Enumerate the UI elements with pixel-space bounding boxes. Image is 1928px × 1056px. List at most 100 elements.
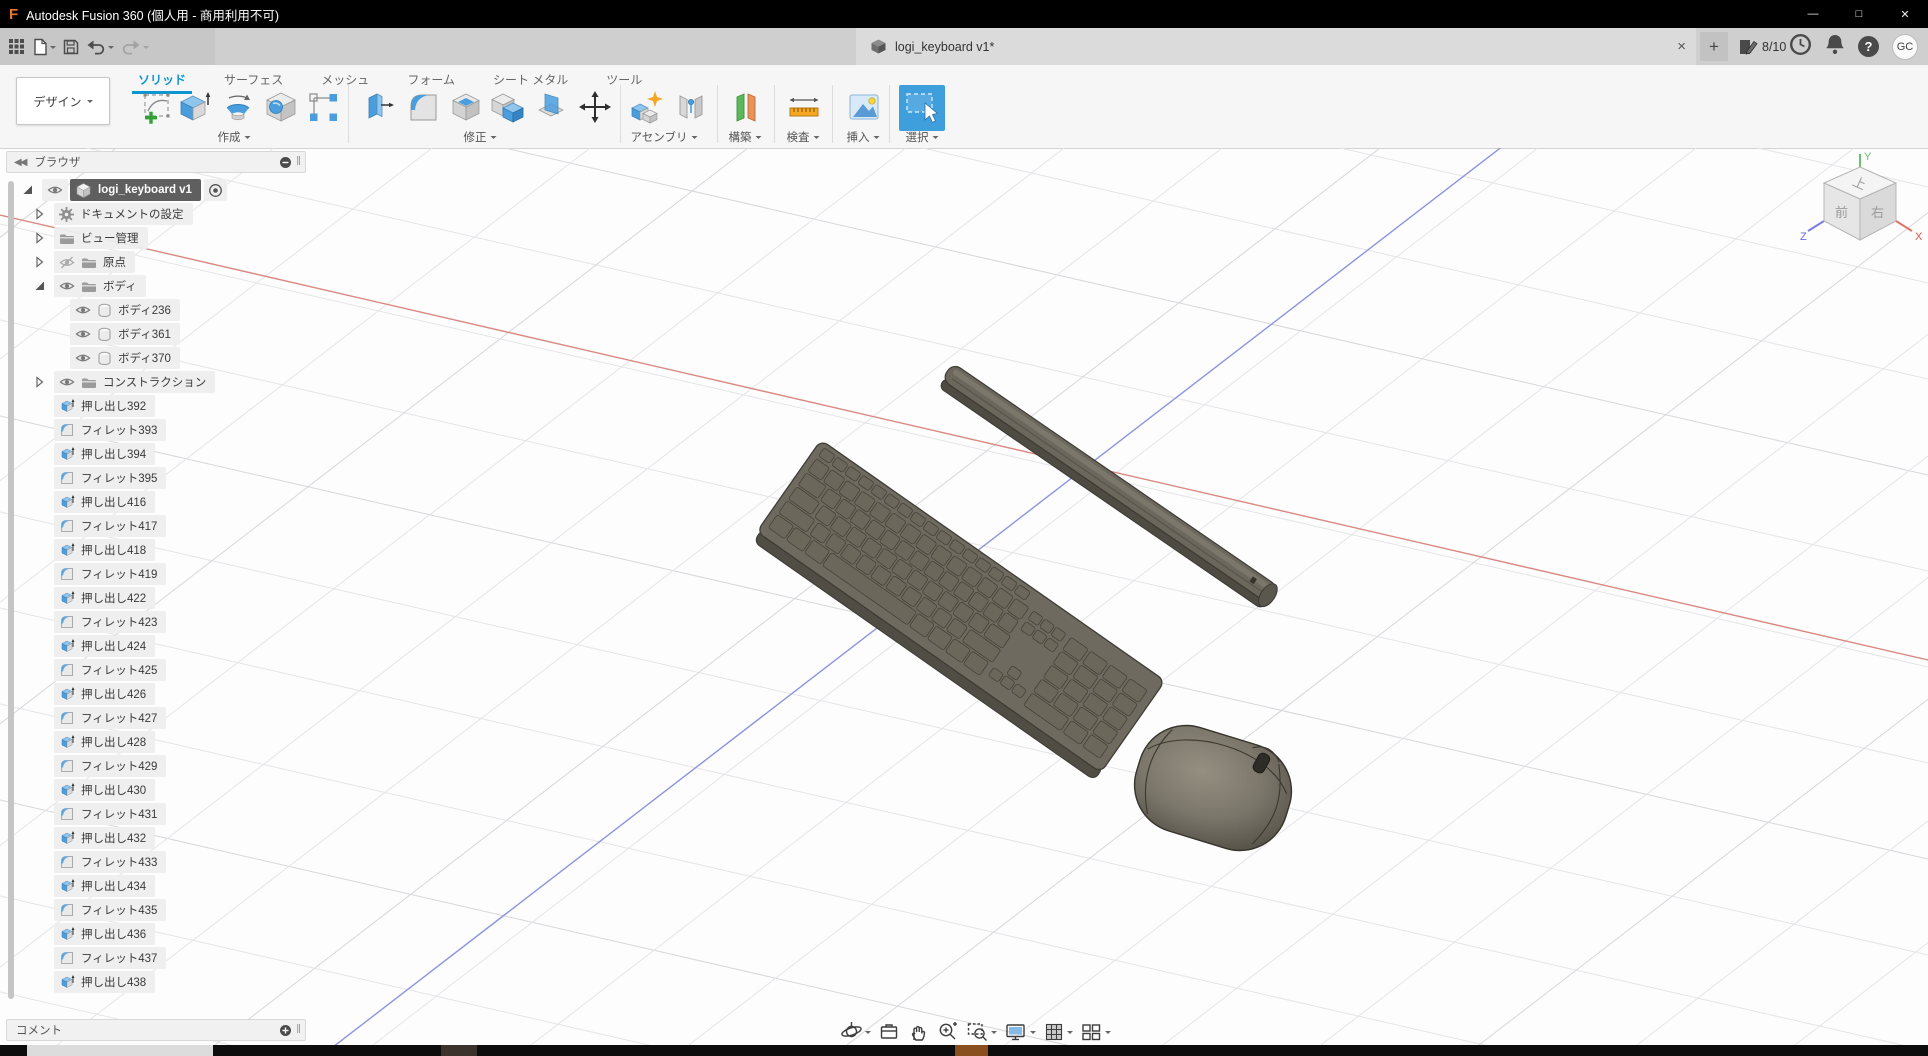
3d-viewport[interactable] [0, 148, 1928, 1045]
panel-grip[interactable]: ‖ [296, 156, 301, 168]
orbit-button[interactable] [840, 1020, 871, 1043]
feature-row-fillet[interactable]: フィレット425 [54, 658, 166, 682]
root-component[interactable]: logi_keyboard v1 [70, 179, 201, 201]
tree-item[interactable]: ボディ236 [70, 299, 180, 321]
insert-canvas-button[interactable] [845, 88, 883, 126]
measure-button[interactable] [785, 88, 823, 126]
app-grid-icon[interactable] [8, 38, 25, 55]
tree-label[interactable]: ボディ370 [118, 350, 171, 366]
collapsed-triangle-icon[interactable] [34, 232, 45, 244]
tree-label[interactable]: logi_keyboard v1 [98, 184, 192, 196]
feature-row-extrude[interactable]: 押し出し424 [54, 634, 155, 658]
feature-row-extrude[interactable]: 押し出し432 [54, 826, 155, 850]
eye-icon[interactable] [75, 304, 91, 316]
browser-header[interactable]: ◀◀ ブラウザ ‖ [6, 151, 306, 173]
feature-row-extrude[interactable]: 押し出し416 [54, 490, 155, 514]
workspace-selector[interactable]: デザイン [16, 77, 110, 125]
shell-button[interactable] [447, 88, 485, 126]
combine-button[interactable] [489, 88, 527, 126]
feature-row-extrude[interactable]: 押し出し438 [54, 970, 155, 994]
browser-scrollbar[interactable] [8, 181, 14, 999]
group-label-inspect[interactable]: 検査 [787, 129, 820, 145]
tree-label[interactable]: ビュー管理 [81, 230, 139, 246]
tree-item[interactable]: 原点 [54, 251, 135, 273]
tree-item[interactable]: ボディ [54, 275, 146, 297]
view-cube[interactable]: Y Z X 上 前 右 [1798, 150, 1928, 270]
group-label-select[interactable]: 選択 [906, 129, 939, 145]
tree-label[interactable]: ボディ361 [118, 326, 171, 342]
feature-row-fillet[interactable]: フィレット395 [54, 466, 166, 490]
feature-row-fillet[interactable]: フィレット419 [54, 562, 166, 586]
grid-snap-button[interactable] [1043, 1021, 1073, 1043]
minimize-panel-icon[interactable] [279, 156, 292, 169]
pattern-button[interactable] [304, 88, 342, 126]
help-icon[interactable]: ? [1858, 36, 1879, 57]
viewports-button[interactable] [1080, 1021, 1111, 1043]
feature-row-fillet[interactable]: フィレット427 [54, 706, 166, 730]
tree-row-origin[interactable]: 原点 [34, 250, 135, 274]
feature-row-extrude[interactable]: 押し出し430 [54, 778, 155, 802]
undo-button[interactable] [86, 39, 114, 55]
eye-icon[interactable] [75, 328, 91, 340]
feature-row-extrude[interactable]: 押し出し418 [54, 538, 155, 562]
fillet-button[interactable] [404, 88, 442, 126]
joint-button[interactable] [672, 88, 710, 126]
notifications-bell-icon[interactable] [1825, 33, 1845, 60]
collapsed-triangle-icon[interactable] [34, 376, 45, 388]
tree-row-document-settings[interactable]: ドキュメントの設定 [34, 202, 193, 226]
activate-component-radio[interactable] [204, 179, 227, 201]
redo-button[interactable] [121, 39, 149, 55]
split-body-button[interactable] [532, 88, 570, 126]
group-label-construct[interactable]: 構築 [729, 129, 762, 145]
tree-item[interactable]: ボディ370 [70, 347, 180, 369]
tree-item[interactable]: ビュー管理 [54, 227, 148, 249]
eye-icon[interactable] [59, 280, 75, 292]
tree-row-body[interactable]: ボディ236 [70, 298, 180, 322]
tree-row-bodies[interactable]: ボディ [34, 274, 146, 298]
tree-row-construction[interactable]: コンストラクション [34, 370, 215, 394]
feature-row-extrude[interactable]: 押し出し392 [54, 394, 155, 418]
tree-label[interactable]: 原点 [103, 254, 126, 270]
minimize-button[interactable]: — [1790, 0, 1836, 28]
feature-row-extrude[interactable]: 押し出し426 [54, 682, 155, 706]
tree-item[interactable]: ボディ361 [70, 323, 180, 345]
tree-item[interactable]: ドキュメントの設定 [54, 203, 193, 225]
feature-row-fillet[interactable]: フィレット417 [54, 514, 166, 538]
move-button[interactable] [576, 88, 614, 126]
user-avatar[interactable]: GC [1892, 34, 1918, 60]
job-status-clock-icon[interactable] [1789, 33, 1812, 61]
pan-button[interactable] [907, 1021, 929, 1043]
tree-item[interactable]: コンストラクション [54, 371, 215, 393]
group-label-assemble[interactable]: アセンブリ [631, 129, 698, 145]
feature-row-fillet[interactable]: フィレット437 [54, 946, 166, 970]
zoom-window-button[interactable] [966, 1020, 997, 1043]
tree-label[interactable]: ボディ236 [118, 302, 171, 318]
look-at-button[interactable] [878, 1021, 900, 1043]
collapse-panel-icon[interactable]: ◀◀ [14, 157, 25, 168]
feature-row-fillet[interactable]: フィレット393 [54, 418, 166, 442]
press-pull-button[interactable] [359, 88, 397, 126]
file-menu-button[interactable] [32, 38, 56, 56]
mouse-model[interactable] [1123, 714, 1304, 863]
feature-row-fillet[interactable]: フィレット435 [54, 898, 166, 922]
active-document-tab[interactable]: logi_keyboard v1* × [856, 28, 1696, 65]
feature-row-extrude[interactable]: 押し出し422 [54, 586, 155, 610]
eye-icon[interactable] [59, 376, 75, 388]
group-label-create[interactable]: 作成 [218, 129, 251, 145]
extrude-button[interactable] [176, 88, 214, 126]
collapsed-triangle-icon[interactable] [34, 256, 45, 268]
tab-close-icon[interactable]: × [1677, 38, 1686, 55]
tree-row-view-management[interactable]: ビュー管理 [34, 226, 148, 250]
eye-hidden-icon[interactable] [59, 256, 75, 269]
tree-row-body[interactable]: ボディ361 [70, 322, 180, 346]
maximize-button[interactable]: □ [1836, 0, 1882, 28]
feature-row-fillet[interactable]: フィレット431 [54, 802, 166, 826]
tree-label[interactable]: ドキュメントの設定 [80, 206, 184, 222]
feature-row-fillet[interactable]: フィレット433 [54, 850, 166, 874]
tree-row-body[interactable]: ボディ370 [70, 346, 180, 370]
new-tab-button[interactable]: + [1700, 32, 1728, 61]
comments-panel[interactable]: コメント ‖ [6, 1019, 306, 1041]
expand-panel-icon[interactable] [279, 1024, 292, 1037]
create-sketch-button[interactable] [138, 88, 176, 126]
save-button[interactable] [63, 39, 79, 55]
